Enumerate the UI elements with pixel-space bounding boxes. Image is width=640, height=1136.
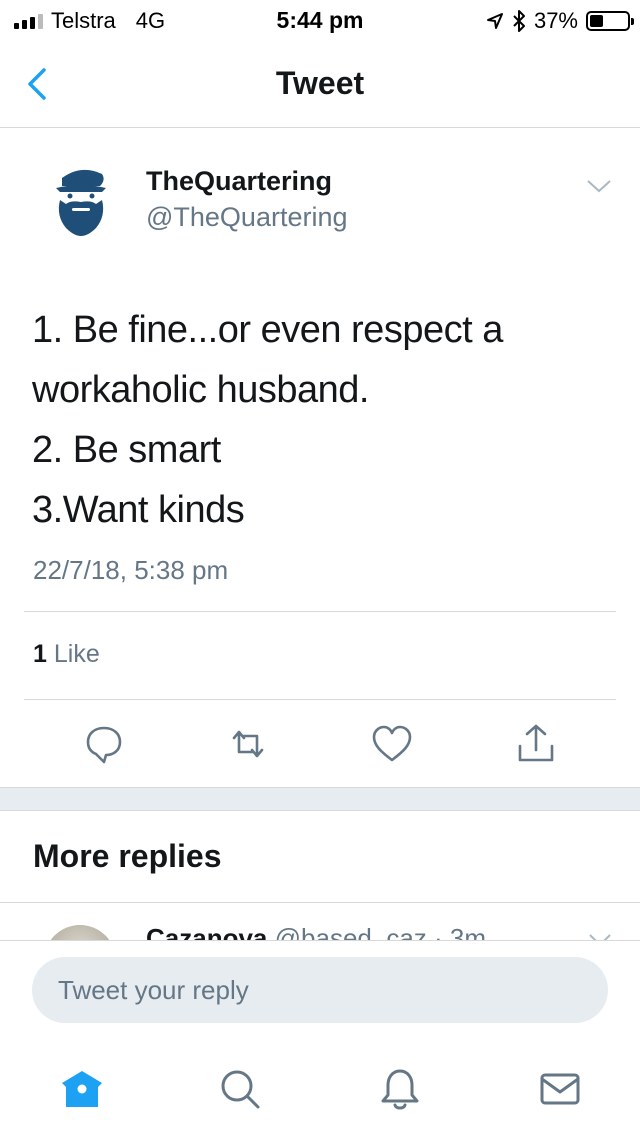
bottom-bar (0, 940, 640, 1136)
status-right: 37% (486, 8, 634, 34)
nav-bar: Tweet (0, 40, 640, 128)
tweet-text-line: workaholic husband. (32, 369, 369, 411)
reply-author: Cazanova @based_caz · 3m (146, 923, 486, 940)
location-arrow-icon (486, 13, 503, 29)
tweet-text: 1. Be fine...or even respect a workaholi… (32, 300, 612, 540)
reply-author-meta: @based_caz · 3m (274, 923, 487, 940)
reply-preview[interactable]: Cazanova @based_caz · 3m (0, 902, 640, 940)
tweet-text-line: 2. Be smart (32, 429, 221, 471)
reply-input[interactable] (32, 957, 608, 1023)
tweet-text-line: 3.Want kinds (32, 489, 245, 531)
tweet-actions (0, 722, 640, 766)
retweet-icon[interactable] (226, 722, 270, 766)
battery-icon (586, 11, 634, 31)
reply-icon[interactable] (82, 722, 126, 766)
like-count-number: 1 (33, 640, 47, 668)
display-name[interactable]: TheQuartering (146, 166, 332, 197)
avatar[interactable] (36, 160, 126, 250)
divider (24, 611, 616, 612)
share-icon[interactable] (514, 722, 558, 766)
bluetooth-icon (513, 10, 525, 32)
tweet-timestamp: 22/7/18, 5:38 pm (33, 555, 229, 585)
divider (24, 699, 616, 700)
reply-avatar[interactable] (44, 925, 116, 940)
battery-fill (590, 15, 604, 27)
battery-percent: 37% (533, 8, 578, 33)
section-separator (0, 787, 640, 811)
messages-mail-icon[interactable] (536, 1065, 584, 1113)
like-count-label: Like (53, 640, 100, 668)
search-icon[interactable] (216, 1065, 264, 1113)
like-heart-icon[interactable] (370, 722, 414, 766)
status-bar: Telstra 4G 5:44 pm 37% (0, 0, 640, 40)
more-replies-heading: More replies (33, 838, 222, 874)
likes-count[interactable]: 1 Like (33, 640, 100, 669)
page-title: Tweet (275, 65, 365, 101)
notifications-bell-icon[interactable] (376, 1065, 424, 1113)
chevron-down-icon[interactable] (586, 178, 612, 194)
reply-author-name: Cazanova (146, 923, 268, 940)
tweet-header: TheQuartering @TheQuartering (0, 160, 640, 260)
chevron-down-icon[interactable] (588, 933, 612, 940)
home-icon[interactable] (58, 1065, 106, 1113)
user-handle[interactable]: @TheQuartering (146, 202, 348, 233)
tweet-text-line: 1. Be fine...or even respect a (32, 309, 503, 351)
